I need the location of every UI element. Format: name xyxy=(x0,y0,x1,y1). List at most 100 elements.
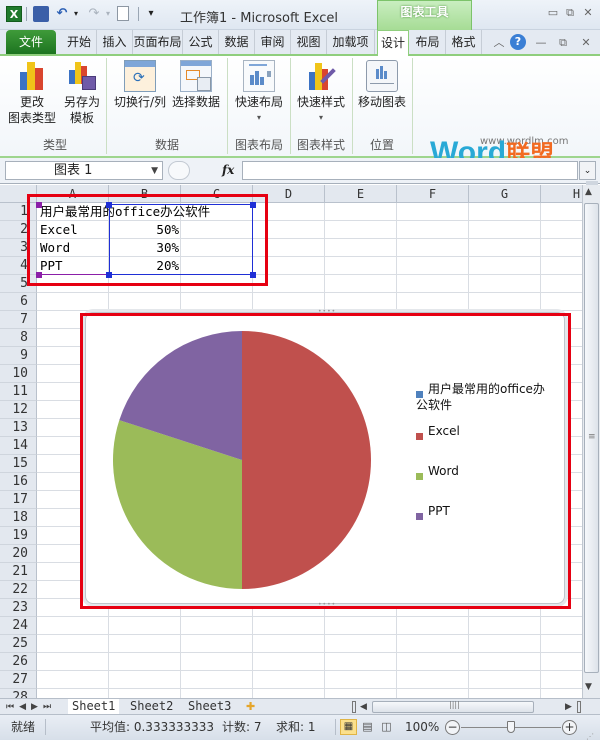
tab-insert[interactable]: 插入 xyxy=(97,30,133,54)
row-header-16[interactable]: 16 xyxy=(0,473,37,491)
zoom-slider-thumb[interactable] xyxy=(507,721,515,733)
close-window-button[interactable]: ✕ xyxy=(580,6,596,20)
row-header-18[interactable]: 18 xyxy=(0,509,37,527)
sheet-nav: ⏮◀▶⏭ xyxy=(6,699,56,715)
chart-tools-tab-group: 图表工具 xyxy=(377,0,472,30)
excel-logo-icon[interactable]: X xyxy=(6,6,22,22)
tab-layout[interactable]: 布局 xyxy=(410,30,446,54)
new-document-icon[interactable] xyxy=(117,6,129,21)
tab-page-layout[interactable]: 页面布局 xyxy=(133,30,183,54)
gridline-horizontal xyxy=(37,292,582,293)
column-header-E[interactable]: E xyxy=(325,185,397,203)
row-header-15[interactable]: 15 xyxy=(0,455,37,473)
tab-home[interactable]: 开始 xyxy=(62,30,97,54)
next-sheet-icon[interactable]: ▶ xyxy=(31,702,43,712)
column-header-G[interactable]: G xyxy=(469,185,541,203)
row-header-23[interactable]: 23 xyxy=(0,599,37,617)
status-bar: 就绪 平均值: 0.333333333 计数: 7 求和: 1 ▦ ▤ ◫ 10… xyxy=(0,714,600,741)
prev-sheet-icon[interactable]: ◀ xyxy=(19,702,31,712)
row-header-25[interactable]: 25 xyxy=(0,635,37,653)
quick-layout-button[interactable]: 快速布局 ▾ xyxy=(230,58,288,126)
save-icon[interactable] xyxy=(33,6,49,22)
tab-view[interactable]: 视图 xyxy=(291,30,327,54)
scroll-up-icon[interactable]: ▲ xyxy=(585,187,592,197)
scroll-left-icon[interactable]: ◀ xyxy=(360,699,367,715)
row-header-11[interactable]: 11 xyxy=(0,383,37,401)
save-as-template-button[interactable]: 另存为 模板 xyxy=(60,58,104,126)
row-header-10[interactable]: 10 xyxy=(0,365,37,383)
scroll-right-icon[interactable]: ▶ xyxy=(565,699,572,715)
restore-document-button[interactable]: ⧉ xyxy=(555,36,571,50)
minimize-document-button[interactable]: — xyxy=(533,36,549,50)
horizontal-scroll-thumb[interactable]: |||| xyxy=(372,700,534,713)
status-separator xyxy=(45,719,46,735)
last-sheet-icon[interactable]: ⏭ xyxy=(43,702,56,712)
redo-dropdown-icon[interactable]: ▾ xyxy=(100,6,116,22)
row-header-21[interactable]: 21 xyxy=(0,563,37,581)
zoom-out-button[interactable]: − xyxy=(445,720,460,735)
tab-data[interactable]: 数据 xyxy=(219,30,255,54)
collapse-ribbon-button[interactable]: ︿ xyxy=(491,36,507,50)
insert-function-button[interactable]: fx xyxy=(222,163,234,177)
row-header-8[interactable]: 8 xyxy=(0,329,37,347)
tab-format[interactable]: 格式 xyxy=(446,30,482,54)
column-header-F[interactable]: F xyxy=(397,185,469,203)
row-header-17[interactable]: 17 xyxy=(0,491,37,509)
annotation-box-chart xyxy=(80,313,571,609)
select-data-icon xyxy=(180,60,212,92)
row-header-27[interactable]: 27 xyxy=(0,671,37,689)
sheet-tab-sheet1[interactable]: Sheet1 xyxy=(68,699,120,715)
row-header-13[interactable]: 13 xyxy=(0,419,37,437)
tab-add-ins[interactable]: 加载项 xyxy=(327,30,375,54)
switch-row-column-button[interactable]: ⟳ 切换行/列 xyxy=(110,58,170,110)
group-label-data: 数据 xyxy=(154,138,179,152)
normal-view-button[interactable]: ▦ xyxy=(340,719,357,735)
name-box[interactable]: 图表 1 ▼ xyxy=(5,161,163,180)
sheet-tab-sheet3[interactable]: Sheet3 xyxy=(184,699,235,715)
change-chart-type-button[interactable]: 更改 图表类型 xyxy=(6,58,58,126)
undo-dropdown-icon[interactable]: ▾ xyxy=(68,6,84,22)
tab-review[interactable]: 审阅 xyxy=(255,30,291,54)
move-chart-button[interactable]: 移动图表 xyxy=(354,58,410,110)
zoom-level[interactable]: 100% xyxy=(405,715,439,739)
zoom-in-button[interactable]: + xyxy=(562,720,577,735)
vertical-scrollbar[interactable]: ▲ ≡ ▼ xyxy=(582,181,600,698)
tab-split-handle[interactable] xyxy=(352,701,356,713)
minimize-window-button[interactable]: ▭ xyxy=(545,6,561,20)
row-header-9[interactable]: 9 xyxy=(0,347,37,365)
scroll-down-icon[interactable]: ▼ xyxy=(585,682,592,692)
row-header-26[interactable]: 26 xyxy=(0,653,37,671)
insert-sheet-icon[interactable]: ✚ xyxy=(246,699,255,714)
row-header-28[interactable]: 28 xyxy=(0,689,37,698)
row-header-12[interactable]: 12 xyxy=(0,401,37,419)
page-layout-view-button[interactable]: ▤ xyxy=(360,719,375,735)
tab-formulas[interactable]: 公式 xyxy=(183,30,219,54)
row-header-22[interactable]: 22 xyxy=(0,581,37,599)
vertical-scroll-thumb[interactable]: ≡ xyxy=(584,203,599,673)
name-box-dropdown-icon[interactable]: ▼ xyxy=(151,162,158,180)
row-header-14[interactable]: 14 xyxy=(0,437,37,455)
quick-styles-button[interactable]: 快速样式 ▾ xyxy=(292,58,350,126)
restore-window-button[interactable]: ⧉ xyxy=(562,6,578,20)
tab-design[interactable]: 设计 xyxy=(377,30,409,56)
tab-file[interactable]: 文件 xyxy=(6,30,56,54)
row-header-24[interactable]: 24 xyxy=(0,617,37,635)
row-header-19[interactable]: 19 xyxy=(0,527,37,545)
help-icon[interactable]: ? xyxy=(510,34,526,50)
page-break-view-button[interactable]: ◫ xyxy=(379,719,394,735)
row-header-6[interactable]: 6 xyxy=(0,293,37,311)
column-header-H[interactable]: H xyxy=(541,185,582,203)
sheet-tab-sheet2[interactable]: Sheet2 xyxy=(126,699,177,715)
split-box[interactable] xyxy=(586,181,598,185)
split-handle[interactable] xyxy=(577,701,581,713)
select-data-button[interactable]: 选择数据 xyxy=(170,58,222,110)
first-sheet-icon[interactable]: ⏮ xyxy=(6,702,19,712)
expand-formula-bar-icon[interactable]: ⌄ xyxy=(579,161,596,180)
row-header-7[interactable]: 7 xyxy=(0,311,37,329)
row-header-20[interactable]: 20 xyxy=(0,545,37,563)
customize-qat-icon[interactable]: ▾ xyxy=(143,6,159,22)
resize-grip-icon[interactable]: ⋰ xyxy=(586,725,594,749)
formula-input[interactable] xyxy=(242,161,578,180)
formula-expand-handle[interactable] xyxy=(168,161,190,180)
close-document-button[interactable]: ✕ xyxy=(578,36,594,50)
